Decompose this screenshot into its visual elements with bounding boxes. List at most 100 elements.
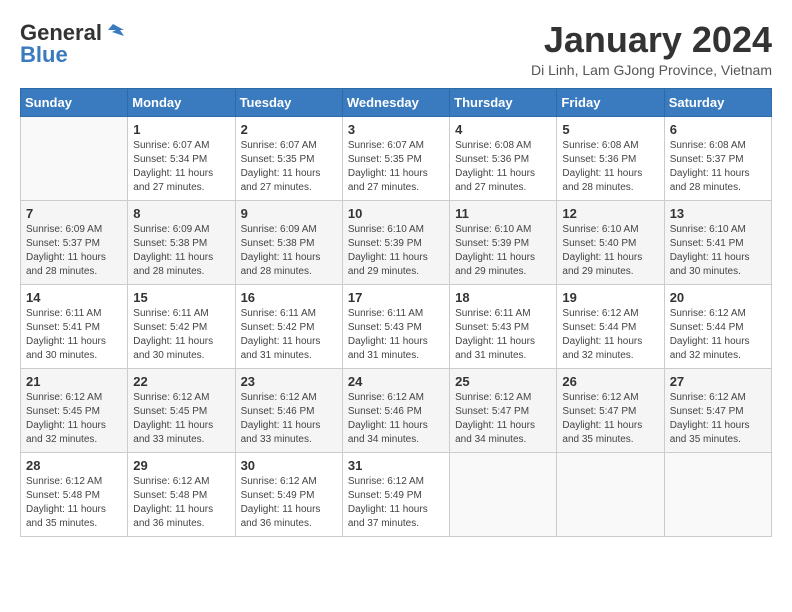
day-number: 19 [562, 290, 658, 305]
calendar-week-row: 1 Sunrise: 6:07 AM Sunset: 5:34 PM Daylig… [21, 116, 772, 200]
day-number: 27 [670, 374, 766, 389]
day-info: Sunrise: 6:09 AM Sunset: 5:38 PM Dayligh… [133, 223, 229, 279]
day-number: 7 [26, 206, 122, 221]
day-number: 17 [348, 290, 444, 305]
calendar-cell: 9 Sunrise: 6:09 AM Sunset: 5:38 PM Daylig… [235, 200, 342, 284]
day-number: 14 [26, 290, 122, 305]
day-info: Sunrise: 6:11 AM Sunset: 5:42 PM Dayligh… [133, 307, 229, 363]
day-info: Sunrise: 6:10 AM Sunset: 5:39 PM Dayligh… [348, 223, 444, 279]
day-number: 8 [133, 206, 229, 221]
calendar-cell: 26 Sunrise: 6:12 AM Sunset: 5:47 PM Dayli… [557, 368, 664, 452]
day-info: Sunrise: 6:11 AM Sunset: 5:41 PM Dayligh… [26, 307, 122, 363]
day-number: 11 [455, 206, 551, 221]
day-info: Sunrise: 6:08 AM Sunset: 5:36 PM Dayligh… [455, 139, 551, 195]
calendar-cell [21, 116, 128, 200]
calendar-cell: 13 Sunrise: 6:10 AM Sunset: 5:41 PM Dayli… [664, 200, 771, 284]
day-info: Sunrise: 6:12 AM Sunset: 5:44 PM Dayligh… [670, 307, 766, 363]
column-header-sunday: Sunday [21, 88, 128, 116]
day-number: 16 [241, 290, 337, 305]
day-info: Sunrise: 6:07 AM Sunset: 5:34 PM Dayligh… [133, 139, 229, 195]
calendar-cell: 21 Sunrise: 6:12 AM Sunset: 5:45 PM Dayli… [21, 368, 128, 452]
calendar-cell: 4 Sunrise: 6:08 AM Sunset: 5:36 PM Daylig… [450, 116, 557, 200]
day-number: 29 [133, 458, 229, 473]
title-block: January 2024 Di Linh, Lam GJong Province… [531, 20, 772, 78]
day-number: 5 [562, 122, 658, 137]
calendar-cell: 28Sunrise: 6:12 AM Sunset: 5:48 PM Dayli… [21, 452, 128, 536]
column-header-tuesday: Tuesday [235, 88, 342, 116]
location-subtitle: Di Linh, Lam GJong Province, Vietnam [531, 62, 772, 78]
calendar-cell: 29 Sunrise: 6:12 AM Sunset: 5:48 PM Dayli… [128, 452, 235, 536]
day-info: Sunrise: 6:10 AM Sunset: 5:39 PM Dayligh… [455, 223, 551, 279]
column-header-monday: Monday [128, 88, 235, 116]
day-info: Sunrise: 6:12 AM Sunset: 5:47 PM Dayligh… [562, 391, 658, 447]
day-info: Sunrise: 6:11 AM Sunset: 5:42 PM Dayligh… [241, 307, 337, 363]
day-info: Sunrise: 6:10 AM Sunset: 5:41 PM Dayligh… [670, 223, 766, 279]
column-header-thursday: Thursday [450, 88, 557, 116]
day-number: 24 [348, 374, 444, 389]
logo-text-blue: Blue [20, 42, 68, 68]
calendar-cell: 30Sunrise: 6:12 AM Sunset: 5:49 PM Dayli… [235, 452, 342, 536]
calendar-cell: 27 Sunrise: 6:12 AM Sunset: 5:47 PM Dayli… [664, 368, 771, 452]
day-info: Sunrise: 6:12 AM Sunset: 5:48 PM Dayligh… [133, 475, 229, 531]
day-number: 28 [26, 458, 122, 473]
day-number: 15 [133, 290, 229, 305]
day-info: Sunrise: 6:07 AM Sunset: 5:35 PM Dayligh… [241, 139, 337, 195]
day-info: Sunrise: 6:12 AM Sunset: 5:45 PM Dayligh… [26, 391, 122, 447]
day-number: 18 [455, 290, 551, 305]
day-info: Sunrise: 6:08 AM Sunset: 5:36 PM Dayligh… [562, 139, 658, 195]
calendar-cell: 15 Sunrise: 6:11 AM Sunset: 5:42 PM Dayli… [128, 284, 235, 368]
day-number: 21 [26, 374, 122, 389]
day-number: 22 [133, 374, 229, 389]
column-header-wednesday: Wednesday [342, 88, 449, 116]
calendar-week-row: 21 Sunrise: 6:12 AM Sunset: 5:45 PM Dayli… [21, 368, 772, 452]
logo-bird-icon [102, 22, 124, 44]
calendar-cell: 23Sunrise: 6:12 AM Sunset: 5:46 PM Dayli… [235, 368, 342, 452]
calendar-header-row: SundayMondayTuesdayWednesdayThursdayFrid… [21, 88, 772, 116]
calendar-cell: 10 Sunrise: 6:10 AM Sunset: 5:39 PM Dayli… [342, 200, 449, 284]
day-number: 12 [562, 206, 658, 221]
calendar-week-row: 7Sunrise: 6:09 AM Sunset: 5:37 PM Daylig… [21, 200, 772, 284]
day-number: 25 [455, 374, 551, 389]
day-info: Sunrise: 6:12 AM Sunset: 5:47 PM Dayligh… [455, 391, 551, 447]
calendar-cell: 19 Sunrise: 6:12 AM Sunset: 5:44 PM Dayli… [557, 284, 664, 368]
calendar-cell: 11 Sunrise: 6:10 AM Sunset: 5:39 PM Dayli… [450, 200, 557, 284]
calendar-cell: 7Sunrise: 6:09 AM Sunset: 5:37 PM Daylig… [21, 200, 128, 284]
day-info: Sunrise: 6:10 AM Sunset: 5:40 PM Dayligh… [562, 223, 658, 279]
calendar-cell: 24 Sunrise: 6:12 AM Sunset: 5:46 PM Dayli… [342, 368, 449, 452]
calendar-cell: 20 Sunrise: 6:12 AM Sunset: 5:44 PM Dayli… [664, 284, 771, 368]
day-number: 2 [241, 122, 337, 137]
calendar-week-row: 14 Sunrise: 6:11 AM Sunset: 5:41 PM Dayli… [21, 284, 772, 368]
day-info: Sunrise: 6:12 AM Sunset: 5:44 PM Dayligh… [562, 307, 658, 363]
calendar-cell: 22Sunrise: 6:12 AM Sunset: 5:45 PM Dayli… [128, 368, 235, 452]
month-title: January 2024 [531, 20, 772, 60]
calendar-cell: 31 Sunrise: 6:12 AM Sunset: 5:49 PM Dayli… [342, 452, 449, 536]
calendar-cell: 18 Sunrise: 6:11 AM Sunset: 5:43 PM Dayli… [450, 284, 557, 368]
day-info: Sunrise: 6:12 AM Sunset: 5:46 PM Dayligh… [348, 391, 444, 447]
day-number: 31 [348, 458, 444, 473]
day-number: 13 [670, 206, 766, 221]
day-info: Sunrise: 6:12 AM Sunset: 5:49 PM Dayligh… [348, 475, 444, 531]
day-info: Sunrise: 6:12 AM Sunset: 5:46 PM Dayligh… [241, 391, 337, 447]
calendar-cell: 1 Sunrise: 6:07 AM Sunset: 5:34 PM Daylig… [128, 116, 235, 200]
calendar-cell: 8 Sunrise: 6:09 AM Sunset: 5:38 PM Daylig… [128, 200, 235, 284]
calendar-cell: 25 Sunrise: 6:12 AM Sunset: 5:47 PM Dayli… [450, 368, 557, 452]
calendar-cell: 2 Sunrise: 6:07 AM Sunset: 5:35 PM Daylig… [235, 116, 342, 200]
column-header-saturday: Saturday [664, 88, 771, 116]
day-number: 3 [348, 122, 444, 137]
day-info: Sunrise: 6:09 AM Sunset: 5:38 PM Dayligh… [241, 223, 337, 279]
calendar-cell [557, 452, 664, 536]
day-number: 20 [670, 290, 766, 305]
day-number: 26 [562, 374, 658, 389]
calendar-cell: 17Sunrise: 6:11 AM Sunset: 5:43 PM Dayli… [342, 284, 449, 368]
day-number: 9 [241, 206, 337, 221]
day-number: 10 [348, 206, 444, 221]
day-info: Sunrise: 6:12 AM Sunset: 5:47 PM Dayligh… [670, 391, 766, 447]
day-info: Sunrise: 6:11 AM Sunset: 5:43 PM Dayligh… [455, 307, 551, 363]
day-number: 4 [455, 122, 551, 137]
day-number: 1 [133, 122, 229, 137]
calendar-cell: 16 Sunrise: 6:11 AM Sunset: 5:42 PM Dayli… [235, 284, 342, 368]
day-info: Sunrise: 6:07 AM Sunset: 5:35 PM Dayligh… [348, 139, 444, 195]
day-number: 6 [670, 122, 766, 137]
calendar-cell [450, 452, 557, 536]
page-header: General Blue January 2024 Di Linh, Lam G… [20, 20, 772, 78]
